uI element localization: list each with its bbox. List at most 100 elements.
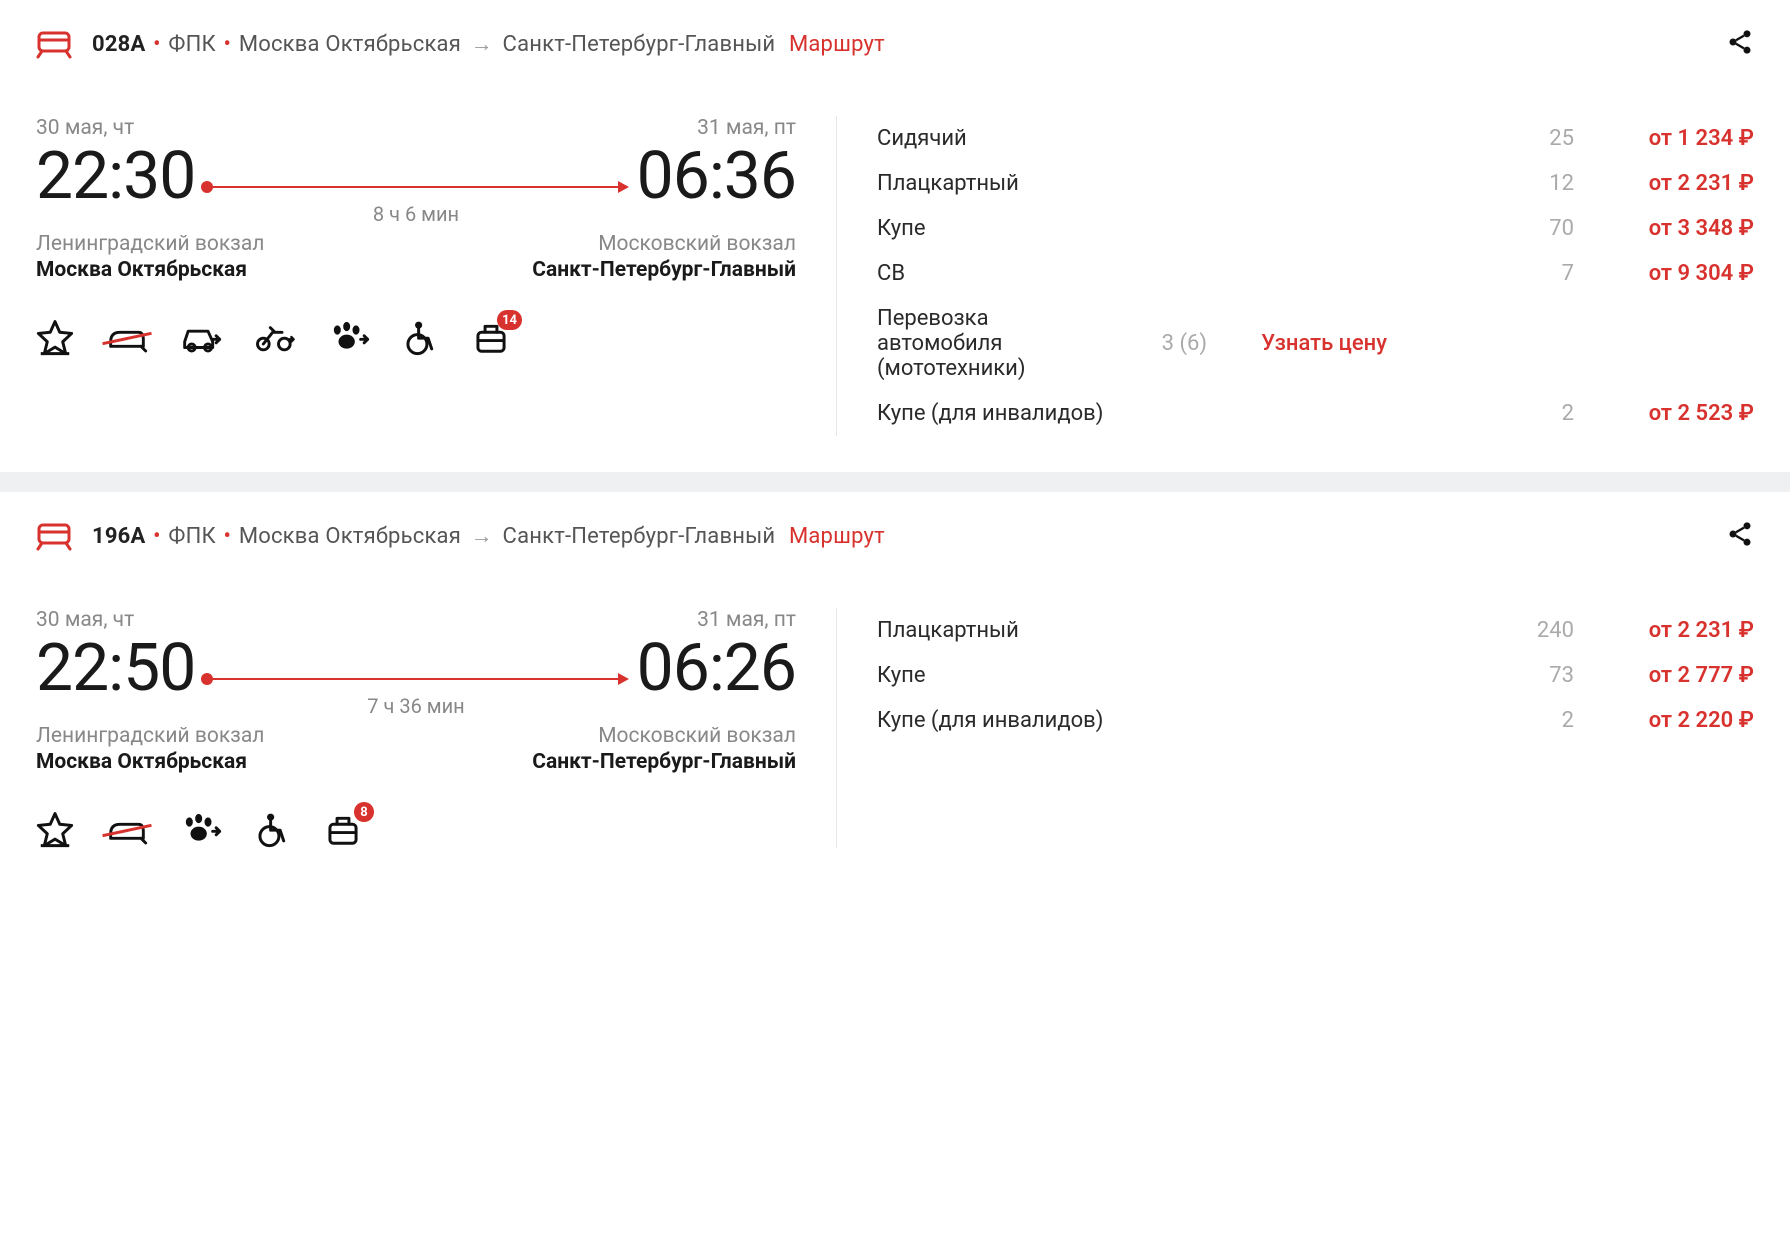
train-header-text: 196А • ФПК • Москва Октябрьская → Санкт-… [92, 523, 885, 549]
no-bedding-icon[interactable] [106, 318, 148, 356]
train-logo-icon [36, 28, 76, 60]
price-value: от 2 523 ₽ [1574, 401, 1754, 426]
price-count: 2 [1484, 401, 1574, 426]
arrival-station: Московский вокзал Санкт-Петербург-Главны… [532, 232, 796, 282]
price-count: 7 [1484, 261, 1574, 286]
arrival-date: 31 мая, пт [637, 608, 796, 632]
carrier: ФПК [168, 32, 215, 57]
price-row[interactable]: Купе 73 от 2 777 ₽ [877, 653, 1754, 698]
departure-block: 30 мая, чт 22:30 [36, 116, 195, 210]
train-card: 028А • ФПК • Москва Октябрьская → Санкт-… [0, 0, 1790, 472]
price-class: Сидячий [877, 126, 1484, 151]
to-short: Санкт-Петербург-Главный [503, 524, 776, 549]
train-header-text: 028А • ФПК • Москва Октябрьская → Санкт-… [92, 31, 885, 57]
price-class: Купе [877, 663, 1484, 688]
price-count: 2 [1484, 708, 1574, 733]
arrival-vokzal: Московский вокзал [532, 724, 796, 748]
train-card: 196А • ФПК • Москва Октябрьская → Санкт-… [0, 492, 1790, 884]
price-count: 12 [1484, 171, 1574, 196]
price-row[interactable]: Купе (для инвалидов) 2 от 2 220 ₽ [877, 698, 1754, 743]
from-short: Москва Октябрьская [239, 524, 461, 549]
share-icon[interactable] [1726, 28, 1754, 60]
departure-time: 22:50 [36, 636, 195, 702]
schedule-top: 30 мая, чт 22:30 8 ч 6 мин 31 мая, пт 06… [36, 116, 796, 210]
amenities-row: 14 [36, 318, 796, 356]
price-value: от 2 220 ₽ [1574, 708, 1754, 733]
arrival-time: 06:26 [637, 636, 796, 702]
header-left: 028А • ФПК • Москва Октябрьская → Санкт-… [36, 28, 885, 60]
card-body: 30 мая, чт 22:50 7 ч 36 мин 31 мая, пт 0… [36, 608, 1754, 848]
departure-date: 30 мая, чт [36, 116, 195, 140]
departure-vokzal: Ленинградский вокзал [36, 724, 264, 748]
card-body: 30 мая, чт 22:30 8 ч 6 мин 31 мая, пт 06… [36, 116, 1754, 436]
price-count: 240 [1484, 618, 1574, 643]
price-class: Купе (для инвалидов) [877, 708, 1484, 733]
departure-station: Ленинградский вокзал Москва Октябрьская [36, 232, 264, 282]
star-icon[interactable] [36, 318, 74, 356]
amenities-row: 8 [36, 810, 796, 848]
price-row[interactable]: СВ 7 от 9 304 ₽ [877, 251, 1754, 296]
price-value: от 2 777 ₽ [1574, 663, 1754, 688]
pets-icon[interactable] [328, 318, 370, 356]
arrival-vokzal: Московский вокзал [532, 232, 796, 256]
no-bedding-icon[interactable] [106, 810, 148, 848]
price-count: 70 [1484, 216, 1574, 241]
train-number: 196А [92, 524, 145, 549]
prices-column: Сидячий 25 от 1 234 ₽ Плацкартный 12 от … [836, 116, 1754, 436]
header-left: 196А • ФПК • Москва Октябрьская → Санкт-… [36, 520, 885, 552]
luggage-badge: 8 [354, 802, 374, 822]
motorcycle-transport-icon[interactable] [254, 318, 296, 356]
price-row[interactable]: Перевозка автомобиля (мототехники) 3 (6)… [877, 296, 1754, 391]
share-icon[interactable] [1726, 520, 1754, 552]
schedule-column: 30 мая, чт 22:30 8 ч 6 мин 31 мая, пт 06… [36, 116, 796, 436]
schedule-top: 30 мая, чт 22:50 7 ч 36 мин 31 мая, пт 0… [36, 608, 796, 702]
duration: 7 ч 36 мин [367, 694, 464, 718]
price-row[interactable]: Купе (для инвалидов) 2 от 2 523 ₽ [877, 391, 1754, 436]
price-count: 25 [1484, 126, 1574, 151]
train-logo-icon [36, 520, 76, 552]
price-row[interactable]: Сидячий 25 от 1 234 ₽ [877, 116, 1754, 161]
star-icon[interactable] [36, 810, 74, 848]
route-link[interactable]: Маршрут [789, 524, 885, 549]
luggage-icon[interactable]: 8 [324, 810, 362, 848]
price-class: Плацкартный [877, 171, 1484, 196]
card-separator [0, 472, 1790, 492]
train-number: 028А [92, 32, 145, 57]
price-class: СВ [877, 261, 1484, 286]
arrival-block: 31 мая, пт 06:26 [637, 608, 796, 702]
price-count: 73 [1484, 663, 1574, 688]
price-row[interactable]: Купе 70 от 3 348 ₽ [877, 206, 1754, 251]
price-class: Купе (для инвалидов) [877, 401, 1484, 426]
dot-separator: • [224, 32, 232, 57]
route-line: 7 ч 36 мин [195, 678, 636, 702]
duration: 8 ч 6 мин [373, 202, 459, 226]
arrival-time: 06:36 [637, 144, 796, 210]
schedule-column: 30 мая, чт 22:50 7 ч 36 мин 31 мая, пт 0… [36, 608, 796, 848]
route-link[interactable]: Маршрут [789, 32, 885, 57]
wheelchair-icon[interactable] [402, 318, 440, 356]
price-row[interactable]: Плацкартный 240 от 2 231 ₽ [877, 608, 1754, 653]
price-value: от 9 304 ₽ [1574, 261, 1754, 286]
pets-icon[interactable] [180, 810, 222, 848]
to-short: Санкт-Петербург-Главный [503, 32, 776, 57]
price-link[interactable]: Узнать цену [1207, 331, 1387, 356]
route-line: 8 ч 6 мин [195, 186, 636, 210]
dot-separator: • [153, 524, 161, 549]
luggage-badge: 14 [497, 310, 522, 330]
arrow-icon: → [471, 524, 493, 549]
departure-date: 30 мая, чт [36, 608, 195, 632]
card-header: 028А • ФПК • Москва Октябрьская → Санкт-… [36, 28, 1754, 60]
arrival-city: Санкт-Петербург-Главный [532, 258, 796, 282]
price-row[interactable]: Плацкартный 12 от 2 231 ₽ [877, 161, 1754, 206]
stations-row: Ленинградский вокзал Москва Октябрьская … [36, 712, 796, 774]
luggage-icon[interactable]: 14 [472, 318, 510, 356]
arrival-city: Санкт-Петербург-Главный [532, 750, 796, 774]
departure-station: Ленинградский вокзал Москва Октябрьская [36, 724, 264, 774]
arrival-block: 31 мая, пт 06:36 [637, 116, 796, 210]
departure-city: Москва Октябрьская [36, 750, 264, 774]
price-value: от 1 234 ₽ [1574, 126, 1754, 151]
departure-block: 30 мая, чт 22:50 [36, 608, 195, 702]
price-value: от 3 348 ₽ [1574, 216, 1754, 241]
car-transport-icon[interactable] [180, 318, 222, 356]
wheelchair-icon[interactable] [254, 810, 292, 848]
